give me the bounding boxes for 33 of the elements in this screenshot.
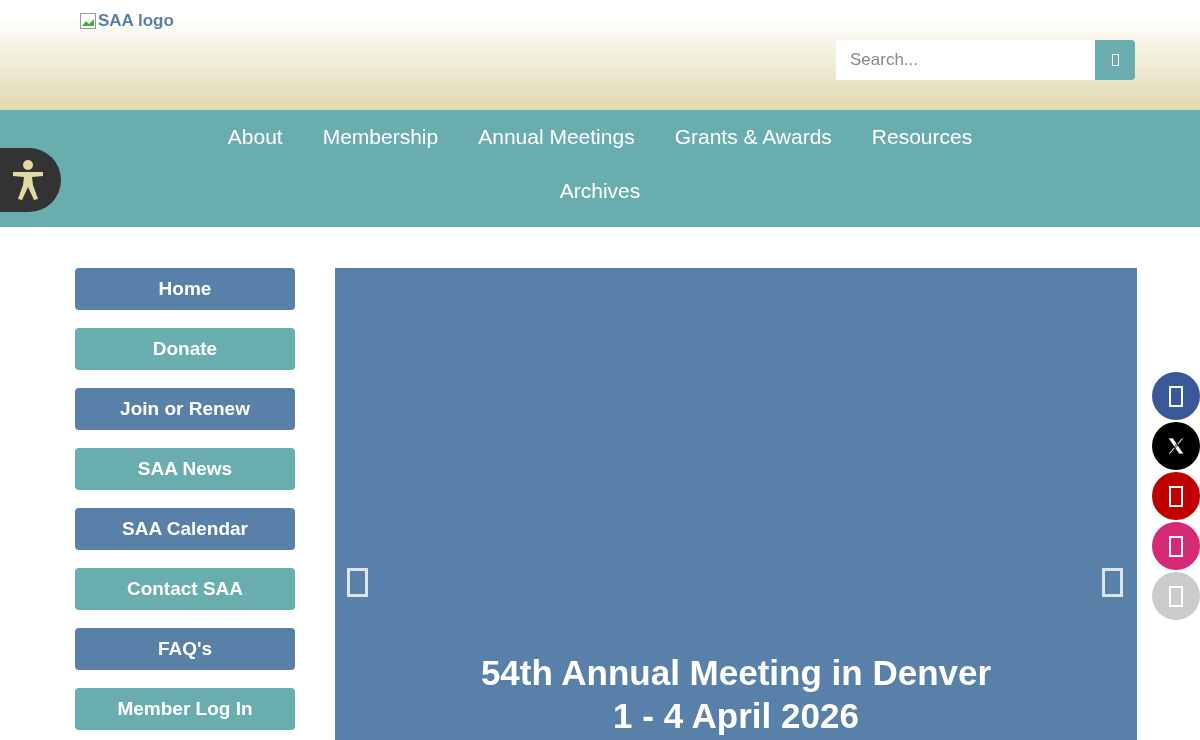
missing-glyph-icon — [1169, 485, 1183, 507]
nav-link[interactable]: About — [207, 110, 303, 164]
missing-glyph-icon — [1169, 385, 1183, 407]
nav-link[interactable]: Membership — [302, 110, 459, 164]
next-slide-button[interactable] — [1102, 568, 1123, 597]
broken-logo-image: SAA logo — [80, 12, 174, 29]
previous-slide-button[interactable] — [347, 568, 368, 597]
social-link[interactable] — [1152, 422, 1200, 470]
accessibility-button[interactable] — [0, 148, 61, 212]
x-letter-icon — [1166, 436, 1186, 456]
nav-link[interactable]: Resources — [851, 110, 993, 164]
missing-glyph-icon — [1169, 535, 1183, 557]
sidebar-button[interactable]: Home — [75, 268, 295, 310]
sidebar-button[interactable]: FAQ's — [75, 628, 295, 670]
broken-image-icon — [80, 12, 96, 29]
missing-glyph-icon — [1169, 585, 1183, 607]
sidebar-button[interactable]: Member Log In — [75, 688, 295, 730]
social-link[interactable] — [1152, 372, 1200, 420]
sidebar-button[interactable]: Donate — [75, 328, 295, 370]
nav-link[interactable]: Grants & Awards — [654, 110, 852, 164]
sidebar-button[interactable]: Contact SAA — [75, 568, 295, 610]
search-button[interactable] — [1095, 40, 1135, 80]
slide-title: 54th Annual Meeting in Denver — [480, 652, 992, 694]
nav-link[interactable]: Annual Meetings — [458, 110, 655, 164]
search-field[interactable]: Search... — [836, 40, 1095, 80]
sidebar-button[interactable]: SAA News — [75, 448, 295, 490]
sidebar-button[interactable]: Join or Renew — [75, 388, 295, 430]
slide-date: 1 - 4 April 2026 — [612, 695, 860, 737]
social-link[interactable] — [1152, 472, 1200, 520]
nav-link[interactable]: Archives — [539, 164, 661, 218]
accessibility-person-icon — [11, 159, 44, 201]
sidebar-button[interactable]: SAA Calendar — [75, 508, 295, 550]
missing-glyph-icon — [1111, 54, 1119, 66]
